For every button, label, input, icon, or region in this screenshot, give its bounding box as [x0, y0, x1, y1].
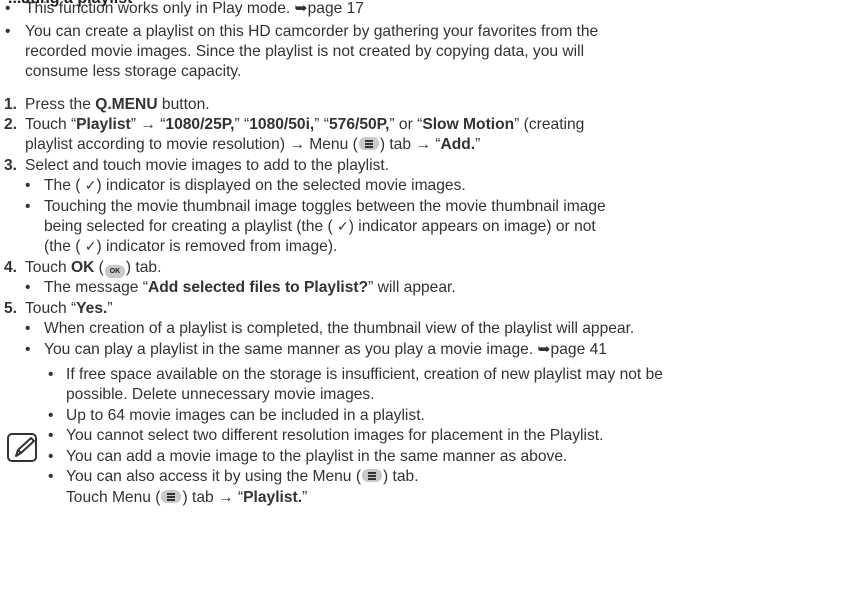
note-5-line-2: Touch Menu ( ) tab → “Playlist.” — [66, 489, 307, 508]
step-1-text: Press the Q.MENU button. — [25, 96, 210, 115]
sub-text: When creation of a playlist is completed… — [44, 320, 635, 337]
bullet: • — [48, 448, 54, 465]
text: (the ( — [44, 238, 85, 255]
add-label: Add. — [440, 136, 476, 153]
step-number: 4. — [4, 259, 18, 276]
res-1080-25p-label: 1080/25P, — [165, 116, 235, 133]
step-3-text: Select and touch movie images to add to … — [25, 157, 390, 174]
step-number: 5. — [4, 300, 18, 317]
res-576-50p-label: 576/50P, — [328, 116, 390, 133]
note-pencil-icon — [7, 433, 37, 462]
playlist-label: Playlist. — [243, 489, 303, 506]
text: ) indicator appears on image) or not — [348, 218, 596, 235]
bullet: • — [48, 468, 54, 485]
text: Touch — [25, 259, 71, 276]
bullet: • — [25, 320, 31, 337]
text: ) tab. — [383, 468, 419, 485]
intro-text-3: recorded movie images. Since the playlis… — [25, 43, 585, 60]
sub-text: The message “Add selected files to Playl… — [44, 279, 456, 298]
ok-label: OK — [70, 259, 95, 276]
bullet: • — [5, 0, 11, 17]
check-icon: ✓ — [84, 239, 97, 255]
text: ” “ — [314, 116, 329, 133]
bullet: • — [25, 198, 31, 215]
step-2-line-2: playlist according to movie resolution) … — [25, 136, 480, 155]
check-icon: ✓ — [336, 219, 349, 235]
step-2-text: Touch “Playlist” → “1080/25P,” “1080/50i… — [25, 116, 584, 135]
note-text: You can add a movie image to the playlis… — [66, 448, 568, 465]
text: ” — [107, 300, 113, 317]
text: ” (creating — [514, 116, 585, 133]
bullet: • — [48, 427, 54, 444]
menu-icon — [161, 490, 182, 503]
sub-text: Touching the movie thumbnail image toggl… — [44, 198, 606, 215]
text: ” will appear. — [368, 279, 456, 296]
text: ) tab → “ — [379, 136, 441, 153]
bullet: • — [5, 23, 11, 40]
text: Touch “ — [25, 300, 77, 317]
text: You can also access it by using the Menu… — [66, 468, 362, 485]
qmenu-label: Q.MENU — [95, 96, 158, 113]
playlist-label: Playlist — [76, 116, 131, 133]
step-3-sub-2-line-3: (the ( ✓) indicator is removed from imag… — [44, 238, 337, 257]
note-1-line-2: possible. Delete unnecessary movie image… — [66, 386, 375, 403]
res-1080-50i-label: 1080/50i, — [249, 116, 315, 133]
text: ” — [302, 489, 308, 506]
text: button. — [157, 96, 210, 113]
step-4-text: Touch OK (OK) tab. — [25, 259, 161, 278]
step-number: 1. — [4, 96, 18, 113]
bullet: • — [25, 279, 31, 296]
note-text: Up to 64 movie images can be included in… — [66, 407, 425, 424]
intro-text-1: This function works only in Play mode. ➥… — [25, 0, 364, 17]
yes-label: Yes. — [76, 300, 108, 317]
bullet: • — [48, 407, 54, 424]
step-number: 2. — [4, 116, 18, 133]
bullet: • — [25, 341, 31, 358]
check-icon: ✓ — [84, 178, 97, 194]
manual-page: ...ating a playlist • This function work… — [0, 0, 851, 594]
text: The message “ — [44, 279, 149, 296]
text: ) indicator is displayed on the selected… — [96, 177, 466, 194]
text: ” or “ — [389, 116, 423, 133]
note-text: You can also access it by using the Menu… — [66, 468, 419, 487]
text: Touch Menu ( — [66, 489, 161, 506]
intro-text-2: You can create a playlist on this HD cam… — [25, 23, 599, 40]
intro-text-4: consume less storage capacity. — [25, 63, 242, 80]
ok-icon: OK — [104, 265, 125, 278]
text: Touch “ — [25, 116, 77, 133]
note-text: You cannot select two different resoluti… — [66, 427, 604, 444]
note-text: If free space available on the storage i… — [66, 366, 663, 383]
message-label: Add selected files to Playlist? — [148, 279, 369, 296]
text: ” — [475, 136, 481, 153]
bullet: • — [25, 177, 31, 194]
text: playlist according to movie resolution) … — [25, 136, 358, 153]
slow-motion-label: Slow Motion — [422, 116, 515, 133]
step-3-sub-2-line-2: being selected for creating a playlist (… — [44, 218, 596, 237]
text: ) tab → “ — [182, 489, 244, 506]
text: ” → “ — [130, 116, 166, 133]
text: The ( — [44, 177, 85, 194]
menu-icon — [358, 137, 379, 150]
text: ( — [94, 259, 104, 276]
text: being selected for creating a playlist (… — [44, 218, 337, 235]
step-5-text: Touch “Yes.” — [25, 300, 113, 319]
text: Press the — [25, 96, 96, 113]
text: ) indicator is removed from image). — [96, 238, 338, 255]
step-number: 3. — [4, 157, 18, 174]
sub-text: You can play a playlist in the same mann… — [44, 341, 607, 358]
sub-text: The ( ✓) indicator is displayed on the s… — [44, 177, 466, 196]
text: ) tab. — [125, 259, 162, 276]
bullet: • — [48, 366, 54, 383]
text: ” “ — [234, 116, 250, 133]
menu-icon — [362, 469, 383, 482]
